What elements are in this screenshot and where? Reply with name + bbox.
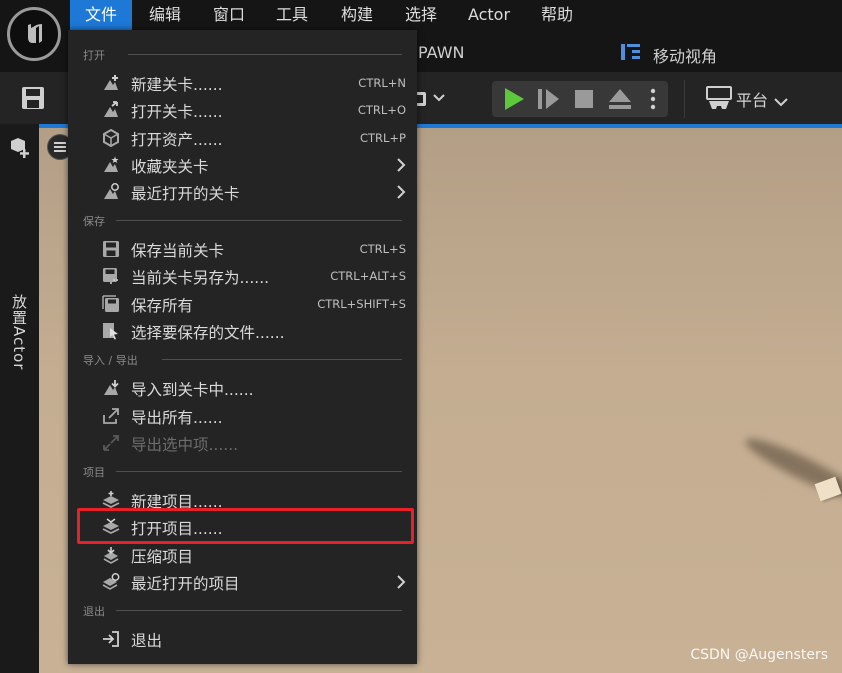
menu-item-exit[interactable]: 退出 (68, 625, 417, 652)
save-as-icon (102, 267, 120, 285)
menu-window[interactable]: 窗口 (198, 0, 260, 30)
new-level-icon (102, 74, 120, 92)
highlight-box (77, 508, 414, 544)
menu-item-recent-levels[interactable]: 最近打开的关卡 (68, 178, 417, 205)
export-selected-icon (102, 434, 120, 452)
menu-item-new-level[interactable]: 新建关卡...... CTRL+N (68, 69, 417, 96)
menu-item-favorite-levels[interactable]: 收藏夹关卡 (68, 151, 417, 178)
section-header-exit: 退出 (83, 605, 105, 618)
move-view-icon[interactable] (620, 42, 642, 66)
recent-level-icon (102, 183, 120, 201)
pawn-tab-label[interactable]: PAWN (418, 43, 464, 62)
new-project-icon (102, 491, 120, 509)
menu-tools[interactable]: 工具 (261, 0, 323, 30)
file-menu-dropdown: 打开 新建关卡...... CTRL+N 打开关卡...... CTRL+O 打… (68, 30, 417, 664)
chevron-right-icon (396, 574, 406, 593)
platform-label[interactable]: 平台 (736, 87, 768, 111)
menu-item-export-selected: 导出选中项...... (68, 429, 417, 456)
move-view-label[interactable]: 移动视角 (653, 43, 717, 67)
section-divider (116, 610, 402, 611)
left-mode-strip: 放置Actor (0, 124, 39, 673)
place-actor-icon[interactable] (9, 136, 31, 162)
exit-icon (102, 630, 120, 648)
step-icon[interactable] (537, 88, 561, 114)
section-divider (116, 220, 402, 221)
menu-item-save-as[interactable]: 当前关卡另存为...... CTRL+ALT+S (68, 262, 417, 289)
toolbar-separator (684, 80, 685, 118)
save-icon[interactable] (21, 86, 45, 114)
choose-files-icon (102, 322, 120, 340)
play-controls (492, 81, 668, 117)
unreal-logo-icon (28, 24, 42, 43)
menu-item-recent-projects[interactable]: 最近打开的项目 (68, 568, 417, 595)
platform-gamepad-icon[interactable] (706, 86, 732, 114)
menu-select[interactable]: 选择 (390, 0, 452, 30)
section-divider (162, 359, 402, 360)
menu-build[interactable]: 构建 (326, 0, 388, 30)
export-icon (102, 407, 120, 425)
menu-item-export-all[interactable]: 导出所有...... (68, 402, 417, 429)
modes-icon[interactable] (412, 86, 452, 114)
menu-actor[interactable]: Actor (455, 0, 523, 30)
save-all-icon (102, 295, 120, 313)
stop-icon[interactable] (574, 89, 594, 113)
menu-item-open-asset[interactable]: 打开资产...... CTRL+P (68, 124, 417, 151)
menu-bar: 文件 编辑 窗口 工具 构建 选择 Actor 帮助 (0, 0, 842, 30)
section-header-open: 打开 (83, 49, 105, 62)
recent-project-icon (102, 573, 120, 591)
watermark: CSDN @Augensters (690, 647, 828, 663)
section-divider (128, 54, 402, 55)
chevron-right-icon (396, 157, 406, 176)
menu-item-save-all[interactable]: 保存所有 CTRL+SHIFT+S (68, 290, 417, 317)
chevron-down-icon[interactable] (774, 92, 788, 111)
import-icon (102, 379, 120, 397)
unreal-logo[interactable] (7, 7, 61, 61)
menu-item-choose-files-to-save[interactable]: 选择要保存的文件...... (68, 317, 417, 344)
section-header-import-export: 导入 / 导出 (83, 354, 138, 367)
menu-item-save-current-level[interactable]: 保存当前关卡 CTRL+S (68, 235, 417, 262)
menu-item-zip-project[interactable]: 压缩项目 (68, 541, 417, 568)
chevron-right-icon (396, 184, 406, 203)
more-options-icon[interactable] (649, 87, 657, 115)
favorite-level-icon (102, 156, 120, 174)
menu-item-open-level[interactable]: 打开关卡...... CTRL+O (68, 96, 417, 123)
eject-icon[interactable] (608, 88, 632, 114)
place-actor-label[interactable]: 放置Actor (9, 294, 30, 370)
open-asset-icon (102, 128, 120, 148)
menu-help[interactable]: 帮助 (526, 0, 588, 30)
play-icon[interactable] (502, 87, 526, 115)
zip-project-icon (102, 546, 120, 564)
section-header-project: 项目 (83, 466, 105, 479)
section-divider (116, 471, 402, 472)
open-level-icon (102, 101, 120, 119)
menu-item-import-into-level[interactable]: 导入到关卡中...... (68, 374, 417, 401)
menu-edit[interactable]: 编辑 (134, 0, 196, 30)
section-header-save: 保存 (83, 215, 105, 228)
menu-file[interactable]: 文件 (70, 0, 132, 30)
save-icon (102, 240, 120, 258)
